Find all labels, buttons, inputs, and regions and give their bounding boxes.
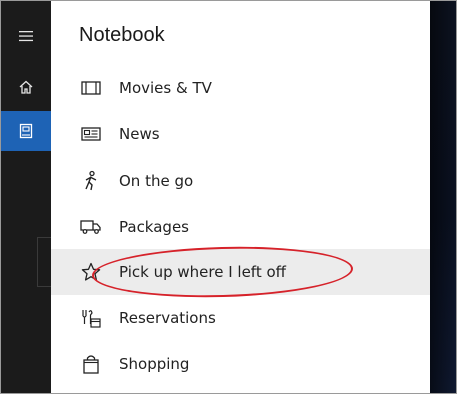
list-item-label: News: [119, 125, 160, 143]
list-item-movies-tv[interactable]: Movies & TV: [51, 65, 430, 111]
page-title: Notebook: [79, 24, 165, 46]
list-item-news[interactable]: News: [51, 111, 430, 157]
truck-icon: [80, 216, 102, 238]
list-item-on-the-go[interactable]: On the go: [51, 158, 430, 204]
rail-divider: [37, 237, 52, 287]
notebook-icon: [19, 123, 33, 139]
list-item-label: Packages: [119, 218, 189, 236]
desktop-background-strip: [430, 1, 456, 393]
film-icon: [80, 77, 102, 99]
left-nav-rail: [1, 1, 52, 393]
list-item-packages[interactable]: Packages: [51, 204, 430, 250]
walking-icon: [80, 170, 102, 192]
hamburger-menu-icon: [19, 31, 33, 42]
home-button[interactable]: [1, 67, 51, 107]
newspaper-icon: [80, 123, 102, 145]
hamburger-menu-button[interactable]: [1, 16, 51, 56]
list-item-label: Movies & TV: [119, 79, 212, 97]
cortana-notebook-window: Notebook Movies & TV News On the go Pack…: [0, 0, 457, 394]
list-item-shopping[interactable]: Shopping: [51, 341, 430, 387]
list-item-label: Reservations: [119, 309, 216, 327]
list-item-label: Shopping: [119, 355, 190, 373]
list-item-label: On the go: [119, 172, 194, 190]
notebook-button[interactable]: [1, 111, 51, 151]
list-item-reservations[interactable]: Reservations: [51, 295, 430, 341]
shopping-bag-icon: [80, 353, 102, 375]
home-icon: [19, 80, 33, 94]
reservations-icon: [80, 307, 102, 329]
notebook-panel: Notebook Movies & TV News On the go Pack…: [51, 1, 430, 393]
